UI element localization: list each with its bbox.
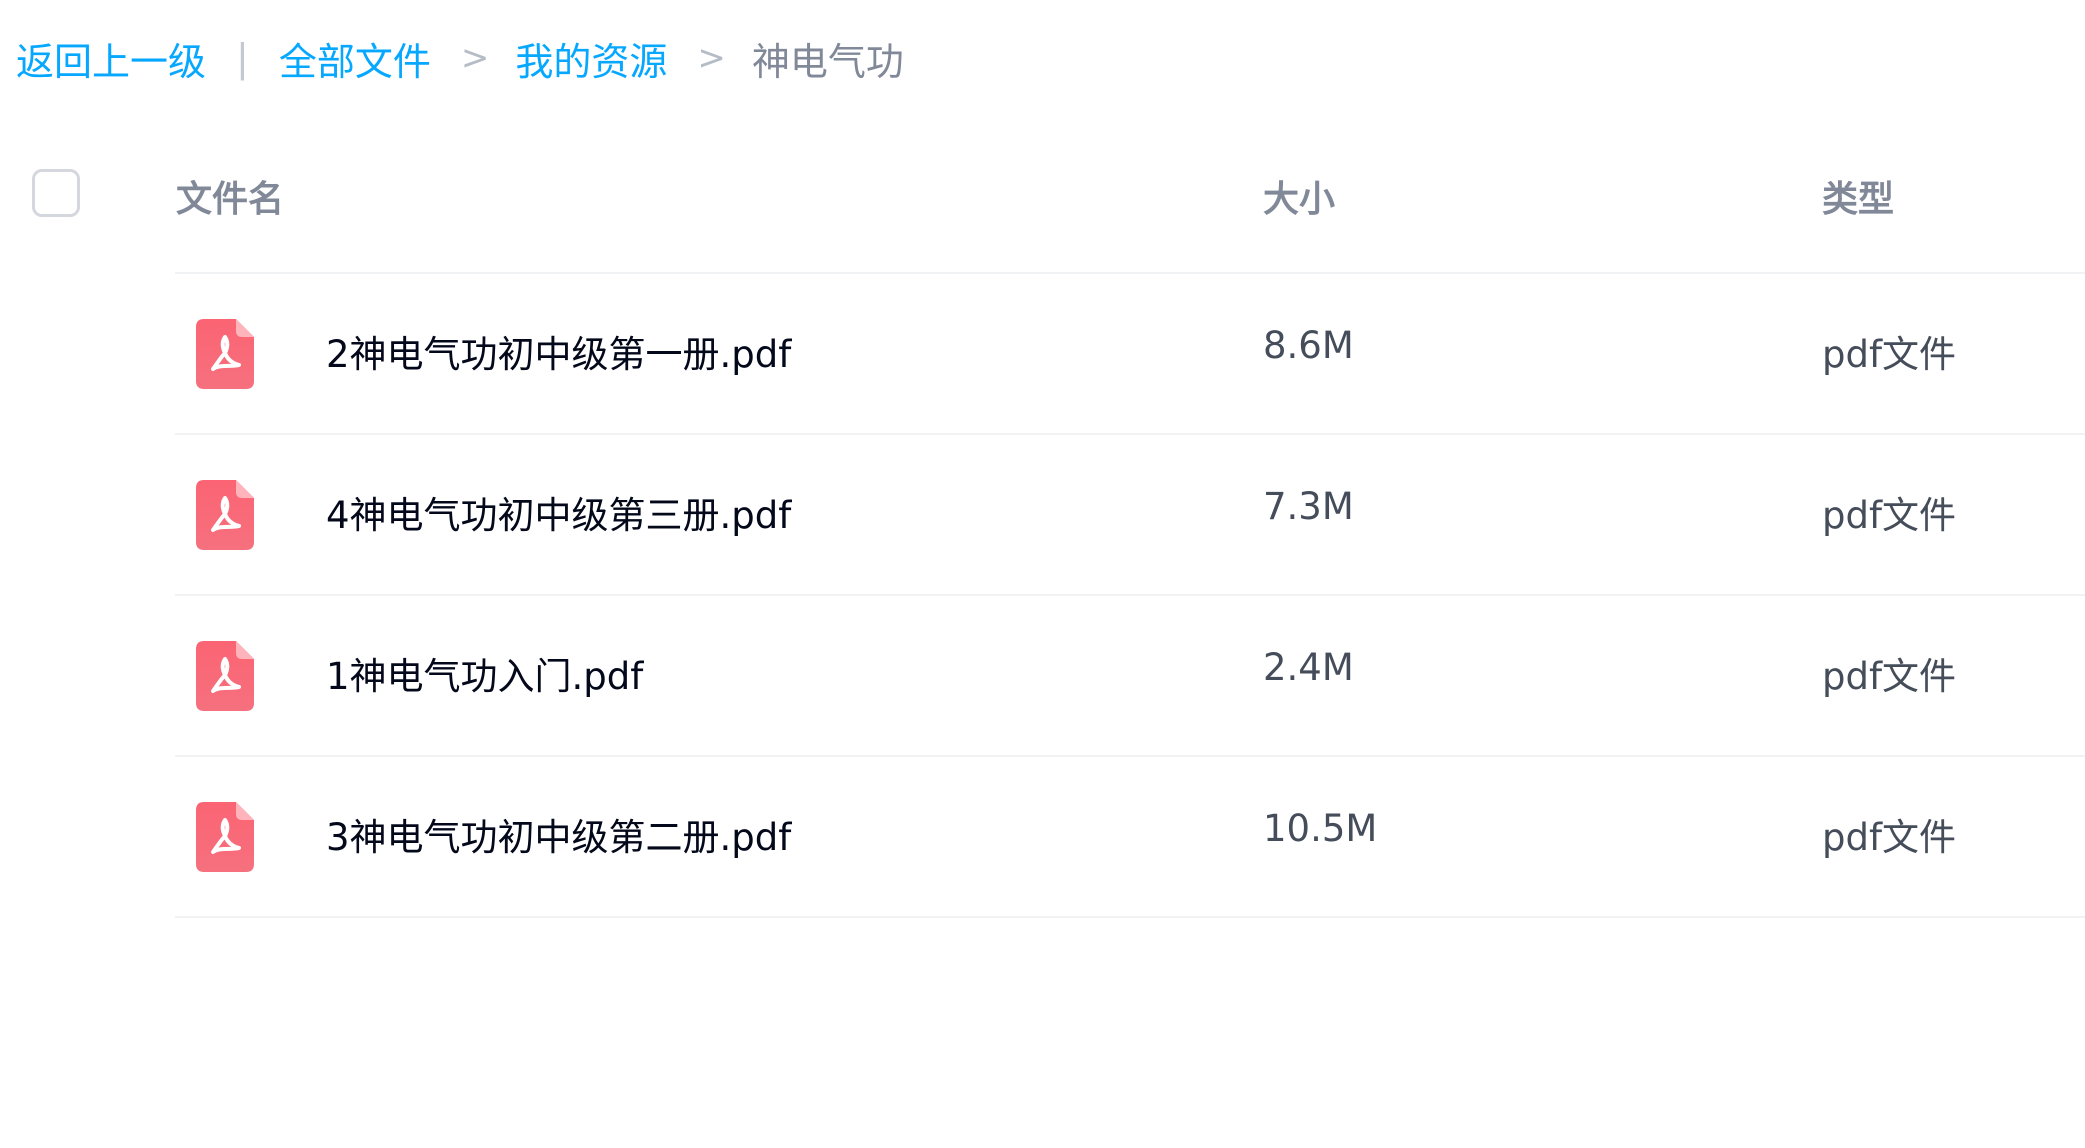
file-type: pdf文件 xyxy=(1822,655,1956,698)
breadcrumb: 返回上一级 | 全部文件 > 我的资源 > 神电气功 xyxy=(16,30,904,86)
pdf-file-icon xyxy=(196,480,254,550)
file-name[interactable]: 2神电气功初中级第一册.pdf xyxy=(326,324,791,378)
table-header: 文件名 大小 类型 xyxy=(0,160,2085,272)
breadcrumb-current-folder: 神电气功 xyxy=(751,39,904,84)
file-name[interactable]: 1神电气功入门.pdf xyxy=(326,646,643,700)
file-size: 2.4M xyxy=(1263,646,1354,689)
file-size: 7.3M xyxy=(1263,485,1354,528)
file-row[interactable]: 1神电气功入门.pdf 2.4M pdf文件 xyxy=(175,596,2085,757)
file-size: 8.6M xyxy=(1263,324,1354,367)
column-header-type[interactable]: 类型 xyxy=(1822,170,1894,222)
pdf-file-icon xyxy=(196,641,254,711)
column-header-size[interactable]: 大小 xyxy=(1263,170,1335,222)
file-name[interactable]: 4神电气功初中级第三册.pdf xyxy=(326,485,791,539)
select-all-checkbox[interactable] xyxy=(32,169,80,217)
breadcrumb-separator-icon: > xyxy=(460,38,490,78)
breadcrumb-my-resources[interactable]: 我的资源 xyxy=(515,31,667,86)
file-row[interactable]: 4神电气功初中级第三册.pdf 7.3M pdf文件 xyxy=(175,435,2085,596)
file-row[interactable]: 3神电气功初中级第二册.pdf 10.5M pdf文件 xyxy=(175,757,2085,918)
file-row[interactable]: 2神电气功初中级第一册.pdf 8.6M pdf文件 xyxy=(175,274,2085,435)
breadcrumb-divider: | xyxy=(236,36,249,80)
file-size: 10.5M xyxy=(1263,807,1378,850)
pdf-file-icon xyxy=(196,802,254,872)
breadcrumb-separator-icon: > xyxy=(697,38,726,78)
column-header-name[interactable]: 文件名 xyxy=(176,170,284,222)
back-link[interactable]: 返回上一级 xyxy=(16,31,206,86)
file-type: pdf文件 xyxy=(1822,494,1956,537)
file-type: pdf文件 xyxy=(1822,333,1956,376)
file-name[interactable]: 3神电气功初中级第二册.pdf xyxy=(326,807,791,861)
breadcrumb-all-files[interactable]: 全部文件 xyxy=(279,31,431,86)
file-type: pdf文件 xyxy=(1822,816,1956,859)
file-list: 2神电气功初中级第一册.pdf 8.6M pdf文件 4神电气功初中级第三册.p… xyxy=(175,274,2085,918)
pdf-file-icon xyxy=(196,319,254,389)
